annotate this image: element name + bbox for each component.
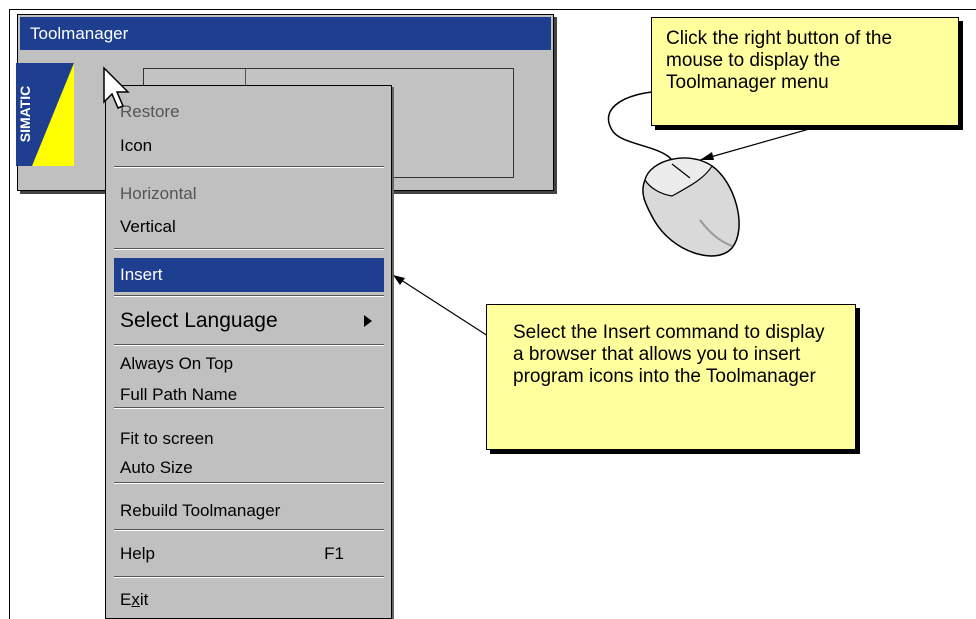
arrowhead-icon xyxy=(700,152,714,160)
mouse-device-icon xyxy=(642,157,740,257)
arrowhead-icon xyxy=(393,275,405,285)
mouse-cursor-icon xyxy=(103,66,130,109)
callout-insert-text: Select the Insert command to display a b… xyxy=(513,322,825,387)
callout-mouse: Click the right button of the mouse to d… xyxy=(651,17,959,126)
callout-insert: Select the Insert command to display a b… xyxy=(486,304,856,450)
callout-arrow-mouse xyxy=(699,125,821,161)
callout-mouse-text: Click the right button of the mouse to d… xyxy=(666,28,893,93)
callout-arrow-insert xyxy=(397,277,489,337)
